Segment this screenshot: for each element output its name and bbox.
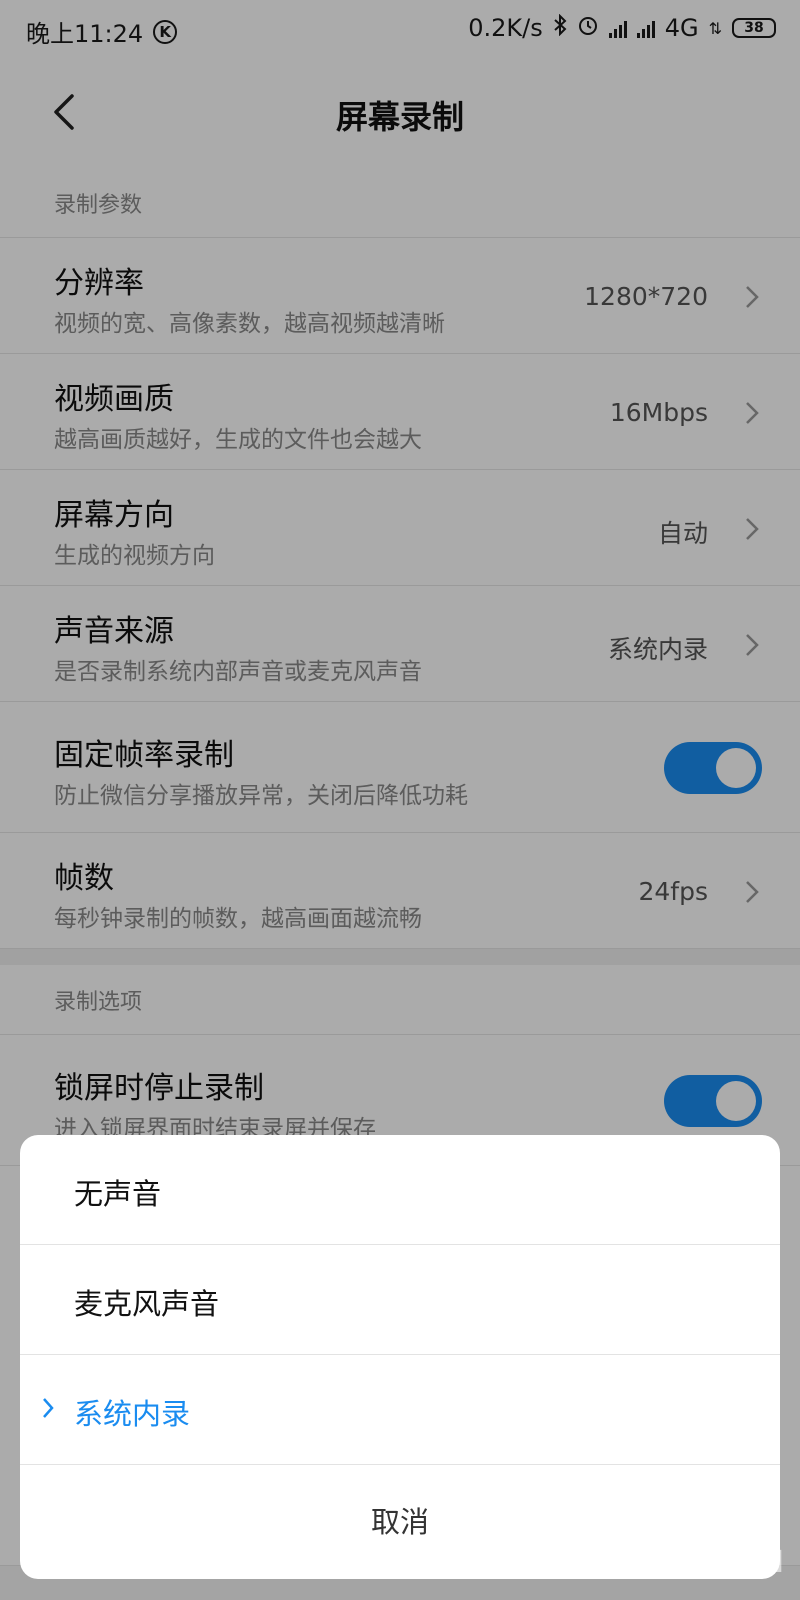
screen: 晚上11:24 K 0.2K/s 4G ⇅ 38 屏幕录制 录制参数 分辨率 视… [0, 0, 800, 1600]
option-label: 无声音 [74, 1177, 162, 1211]
cancel-button[interactable]: 取消 [20, 1465, 780, 1579]
option-label: 麦克风声音 [74, 1287, 220, 1321]
sheet-option-system[interactable]: 系统内录 [20, 1355, 780, 1465]
miui-watermark: MIUI [701, 1545, 786, 1580]
selected-chevron-icon [43, 1398, 54, 1418]
option-label: 系统内录 [74, 1397, 191, 1431]
audio-source-sheet: 无声音 麦克风声音 系统内录 取消 [20, 1135, 780, 1579]
sheet-option-no-sound[interactable]: 无声音 [20, 1135, 780, 1245]
sheet-option-mic[interactable]: 麦克风声音 [20, 1245, 780, 1355]
